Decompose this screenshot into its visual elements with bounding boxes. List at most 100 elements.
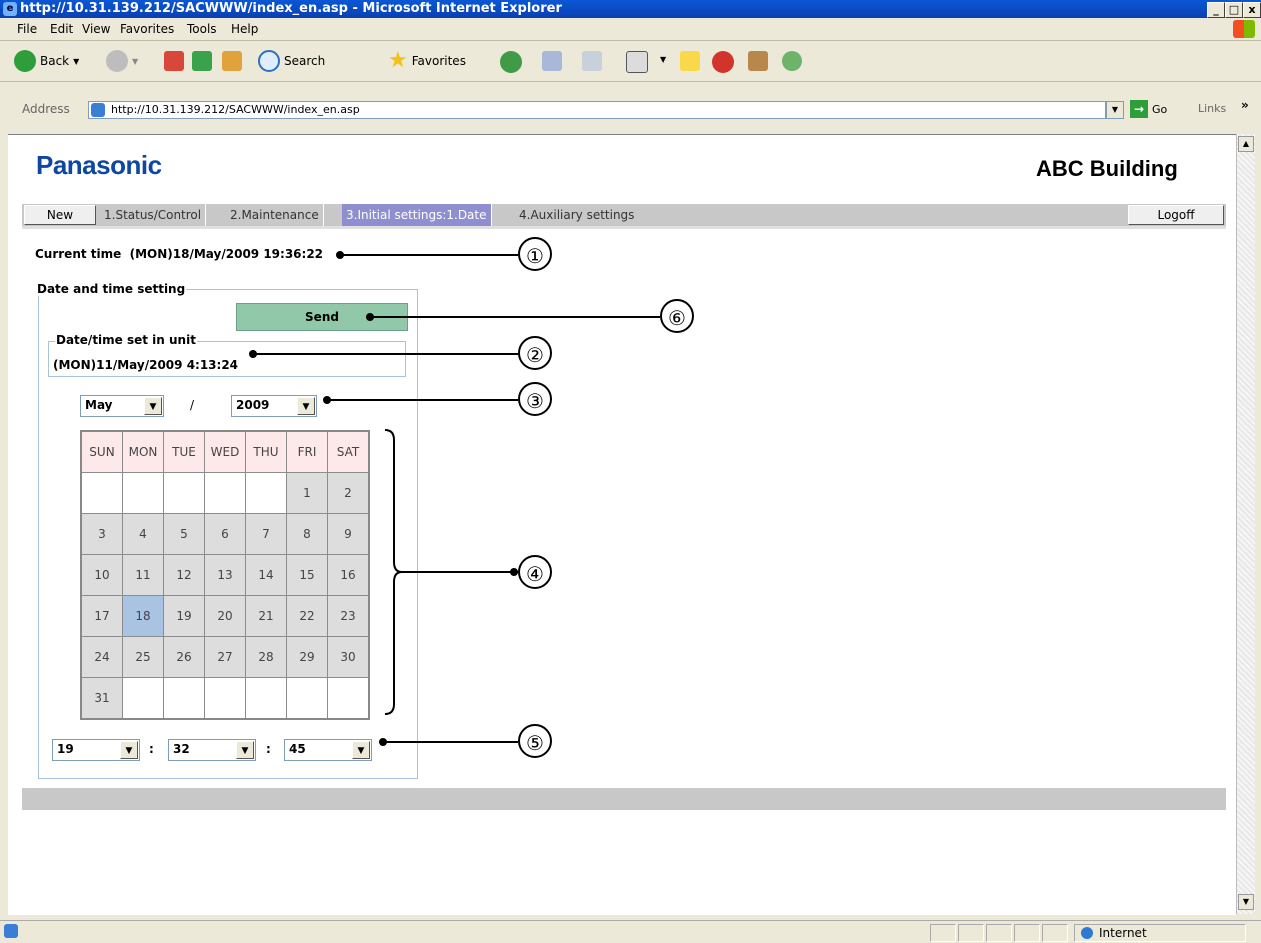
time-separator: :: [149, 742, 154, 756]
calendar-day[interactable]: 24: [80, 636, 123, 678]
address-dropdown-icon[interactable]: ▼: [1106, 101, 1124, 119]
maximize-button[interactable]: □: [1225, 2, 1243, 18]
notes-icon[interactable]: [680, 51, 700, 71]
callout-6: ⑥: [660, 299, 694, 333]
nav-status-control[interactable]: 1.Status/Control: [100, 204, 207, 226]
history-icon[interactable]: [500, 51, 522, 73]
calendar-day[interactable]: 31: [80, 677, 123, 720]
minute-select[interactable]: 32 ▼: [168, 739, 256, 761]
calendar-day[interactable]: 22: [286, 595, 328, 637]
home-icon[interactable]: [222, 51, 242, 71]
callout-2: ②: [518, 336, 552, 370]
zone-label: Internet: [1099, 926, 1147, 940]
windows-logo-icon: [1233, 20, 1255, 38]
status-cell: [930, 924, 956, 942]
calendar-day[interactable]: 5: [163, 513, 205, 555]
research-icon[interactable]: [748, 51, 768, 71]
new-button[interactable]: New: [24, 205, 96, 225]
calendar-day[interactable]: 25: [122, 636, 164, 678]
calendar-day-selected[interactable]: 18: [122, 595, 164, 637]
month-value: May: [85, 398, 113, 412]
footer-bar: [22, 788, 1226, 810]
vertical-scrollbar[interactable]: ▲ ▼: [1236, 134, 1255, 914]
panasonic-logo: Panasonic: [36, 150, 162, 180]
search-button[interactable]: Search: [258, 49, 325, 73]
calendar-day[interactable]: 17: [80, 595, 123, 637]
chevron-down-icon: ▼: [120, 741, 138, 759]
status-cell: [1042, 924, 1068, 942]
unit-time-value: (MON)11/May/2009 4:13:24: [53, 358, 239, 372]
address-url: http://10.31.139.212/SACWWW/index_en.asp: [111, 103, 360, 116]
calendar-day[interactable]: 2: [327, 472, 370, 514]
zone-cell: Internet: [1074, 924, 1246, 942]
calendar-day[interactable]: 9: [327, 513, 370, 555]
calendar-day[interactable]: 27: [204, 636, 246, 678]
address-input[interactable]: http://10.31.139.212/SACWWW/index_en.asp: [88, 101, 1106, 119]
second-value: 45: [289, 742, 306, 756]
menu-tools[interactable]: Tools: [187, 22, 217, 36]
calendar-day[interactable]: 6: [204, 513, 246, 555]
print-icon[interactable]: [582, 51, 602, 71]
calendar-day[interactable]: 10: [80, 554, 123, 596]
nav-initial-settings-date[interactable]: 3.Initial settings:1.Date: [342, 204, 492, 226]
links-label[interactable]: Links: [1198, 102, 1226, 115]
calendar-day[interactable]: 23: [327, 595, 370, 637]
go-button[interactable]: → Go: [1130, 100, 1167, 118]
menu-favorites[interactable]: Favorites: [120, 22, 174, 36]
calendar-day[interactable]: 14: [245, 554, 287, 596]
minimize-button[interactable]: _: [1207, 2, 1225, 18]
year-select[interactable]: 2009 ▼: [231, 395, 317, 417]
menu-edit[interactable]: Edit: [50, 22, 73, 36]
menu-file[interactable]: File: [17, 22, 37, 36]
callout-dot: [510, 568, 518, 576]
stop-icon[interactable]: [164, 51, 184, 71]
calendar-day[interactable]: 4: [122, 513, 164, 555]
hour-select[interactable]: 19 ▼: [52, 739, 140, 761]
edit-word-icon[interactable]: [626, 51, 648, 73]
close-button[interactable]: x: [1243, 2, 1261, 18]
calendar-day[interactable]: 16: [327, 554, 370, 596]
calendar-day[interactable]: 13: [204, 554, 246, 596]
nav-auxiliary-settings[interactable]: 4.Auxiliary settings: [515, 204, 638, 226]
forward-button[interactable]: ▼: [106, 49, 138, 73]
menu-view[interactable]: View: [82, 22, 110, 36]
calendar-day[interactable]: 15: [286, 554, 328, 596]
favorites-button[interactable]: ★ Favorites: [388, 49, 466, 73]
menu-bar: File Edit View Favorites Tools Help: [0, 18, 1261, 41]
minute-value: 32: [173, 742, 190, 756]
page-icon: [91, 103, 105, 117]
nav-maintenance[interactable]: 2.Maintenance: [226, 204, 324, 226]
calendar-day[interactable]: 21: [245, 595, 287, 637]
calendar-day[interactable]: 12: [163, 554, 205, 596]
refresh-icon[interactable]: [192, 51, 212, 71]
month-select[interactable]: May ▼: [80, 395, 164, 417]
calendar-day[interactable]: 19: [163, 595, 205, 637]
calendar-day[interactable]: 30: [327, 636, 370, 678]
forward-dropdown-icon: ▼: [132, 56, 139, 66]
calendar-day[interactable]: 7: [245, 513, 287, 555]
calendar-day[interactable]: 11: [122, 554, 164, 596]
menu-help[interactable]: Help: [231, 22, 258, 36]
second-select[interactable]: 45 ▼: [284, 739, 372, 761]
address-bar: Address http://10.31.139.212/SACWWW/inde…: [0, 82, 1261, 128]
calendar-header-cell: FRI: [286, 430, 328, 473]
calendar: SUN MON TUE WED THU FRI SAT 1 2 3 4 5 6 7 8 9 10 11 12 13 14…: [80, 430, 370, 720]
back-button[interactable]: Back ▼: [14, 49, 79, 73]
people-icon[interactable]: [782, 51, 802, 71]
calendar-day[interactable]: 20: [204, 595, 246, 637]
calendar-day[interactable]: 8: [286, 513, 328, 555]
calendar-day[interactable]: 26: [163, 636, 205, 678]
status-cell: [1014, 924, 1040, 942]
messenger-icon[interactable]: [712, 51, 734, 73]
edit-dropdown-icon[interactable]: ▼: [660, 55, 666, 64]
calendar-day[interactable]: 29: [286, 636, 328, 678]
calendar-day[interactable]: 3: [80, 513, 123, 555]
calendar-bracket: [384, 429, 403, 715]
calendar-day[interactable]: 28: [245, 636, 287, 678]
mail-icon[interactable]: [542, 51, 562, 71]
scroll-up-icon[interactable]: ▲: [1238, 136, 1254, 152]
toolbar-chevron-icon[interactable]: »: [1241, 98, 1249, 112]
logoff-button[interactable]: Logoff: [1128, 205, 1224, 225]
calendar-day[interactable]: 1: [286, 472, 328, 514]
scroll-down-icon[interactable]: ▼: [1238, 894, 1254, 910]
